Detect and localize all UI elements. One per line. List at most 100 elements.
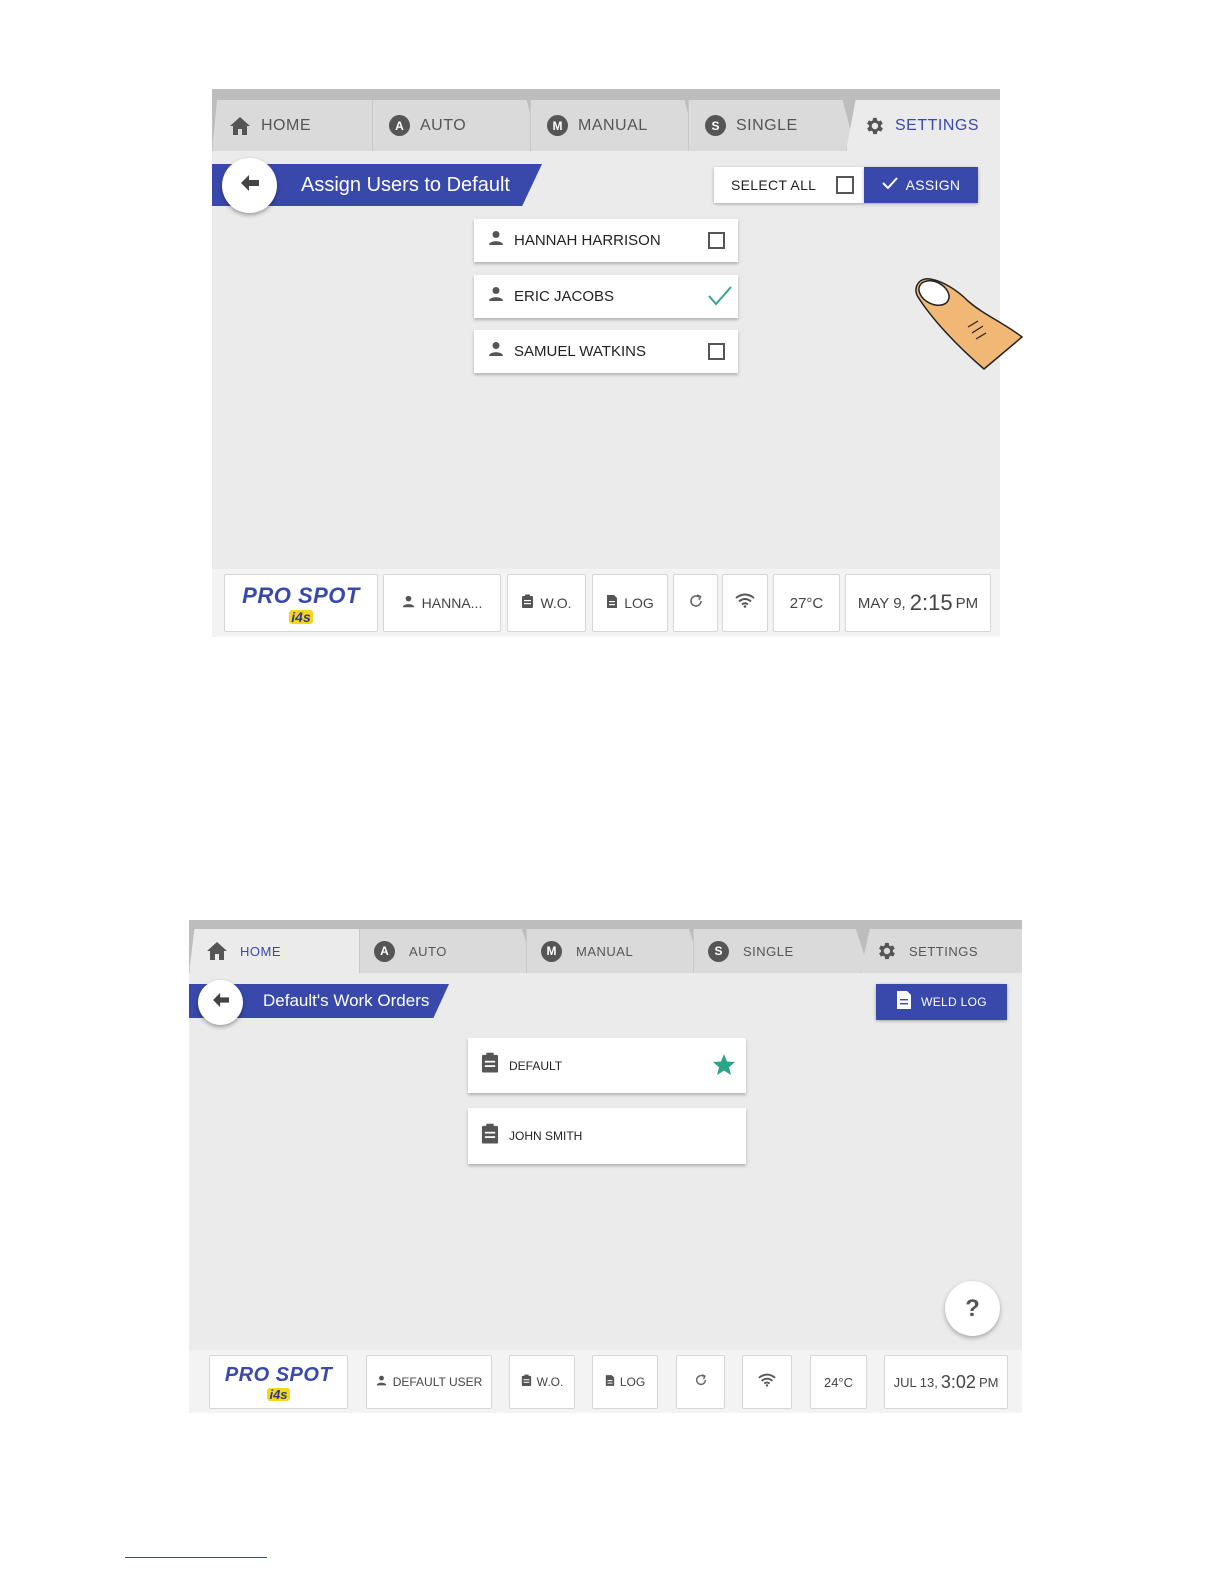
person-icon xyxy=(488,341,504,362)
home-icon xyxy=(206,941,228,961)
work-order-button[interactable]: W.O. xyxy=(507,574,586,632)
footnote-divider xyxy=(125,1557,267,1558)
user-name: ERIC JACOBS xyxy=(514,288,615,305)
auto-mode-icon: A xyxy=(389,115,410,136)
log-button[interactable]: LOG xyxy=(592,1355,658,1409)
current-user-label: HANNA... xyxy=(421,595,483,611)
work-order-item[interactable]: JOHN SMITH xyxy=(468,1108,746,1164)
refresh-button[interactable] xyxy=(676,1355,725,1409)
ampm-value: PM xyxy=(978,1374,999,1390)
tab-label: SINGLE xyxy=(736,116,798,134)
temperature-value: 24°C xyxy=(823,1374,854,1390)
refresh-button[interactable] xyxy=(673,574,718,632)
logo-subtext: i4s xyxy=(289,608,313,625)
work-order-name: DEFAULT xyxy=(509,1058,563,1073)
checkmark-icon xyxy=(881,176,898,194)
assign-button[interactable]: ASSIGN xyxy=(864,167,978,203)
arrow-left-icon xyxy=(240,174,260,197)
back-button[interactable] xyxy=(198,980,243,1025)
refresh-icon xyxy=(688,593,704,614)
person-icon xyxy=(488,230,504,251)
date-time-readout: JUL 13, 3:02 PM xyxy=(884,1355,1008,1409)
document-icon xyxy=(605,1374,615,1390)
weld-log-button[interactable]: WELD LOG xyxy=(876,984,1007,1020)
select-all-button[interactable]: SELECT ALL xyxy=(714,167,864,203)
gear-icon xyxy=(875,940,897,962)
clipboard-icon xyxy=(521,594,534,612)
logo-text: PRO SPOT xyxy=(224,1363,333,1386)
clipboard-icon xyxy=(521,1374,532,1390)
temperature-readout: 24°C xyxy=(810,1355,867,1409)
user-checkbox[interactable] xyxy=(708,232,725,249)
ampm-value: PM xyxy=(955,594,979,612)
tab-manual[interactable]: M MANUAL xyxy=(530,100,698,151)
log-button[interactable]: LOG xyxy=(592,574,668,632)
wifi-icon xyxy=(758,1373,776,1392)
tab-single[interactable]: S SINGLE xyxy=(693,929,870,973)
page-title: Assign Users to Default xyxy=(301,173,510,196)
tab-auto[interactable]: A AUTO xyxy=(359,929,536,973)
user-list-item[interactable]: SAMUEL WATKINS xyxy=(474,330,738,373)
auto-mode-icon: A xyxy=(374,940,395,962)
tab-label: MANUAL xyxy=(578,116,648,134)
work-order-item[interactable]: DEFAULT xyxy=(468,1038,746,1093)
help-button[interactable]: ? xyxy=(945,1281,1000,1336)
select-all-label: SELECT ALL xyxy=(731,177,817,193)
user-list-item[interactable]: HANNAH HARRISON xyxy=(474,219,738,262)
current-user-button[interactable]: HANNA... xyxy=(383,574,501,632)
single-mode-icon: S xyxy=(708,940,729,962)
user-checkbox[interactable] xyxy=(708,343,725,360)
arrow-left-icon xyxy=(212,992,230,1013)
tab-label: SETTINGS xyxy=(909,943,979,959)
help-label: ? xyxy=(965,1294,980,1322)
weld-log-label: WELD LOG xyxy=(921,995,987,1009)
manual-mode-icon: M xyxy=(541,940,562,962)
select-all-checkbox[interactable] xyxy=(836,176,854,194)
pointing-finger-illustration xyxy=(912,275,1024,373)
tab-manual[interactable]: M MANUAL xyxy=(526,929,703,973)
current-user-button[interactable]: DEFAULT USER xyxy=(366,1355,492,1409)
assign-label: ASSIGN xyxy=(905,177,961,193)
tab-settings[interactable]: SETTINGS xyxy=(846,100,1000,151)
tab-label: AUTO xyxy=(409,943,447,959)
pro-spot-logo: PRO SPOT i4s xyxy=(209,1355,348,1409)
tab-bar: HOME A AUTO M MANUAL S SINGLE SETTINGS xyxy=(212,89,1000,151)
status-bar: PRO SPOT i4s HANNA... W.O. LOG 27°C MAY … xyxy=(212,569,1000,637)
user-name: HANNAH HARRISON xyxy=(514,232,661,249)
wifi-status[interactable] xyxy=(742,1355,792,1409)
page-title: Default's Work Orders xyxy=(263,991,430,1010)
time-value: 2:15 xyxy=(909,590,953,615)
checkmark-icon[interactable] xyxy=(708,286,732,311)
manual-mode-icon: M xyxy=(547,115,568,136)
star-icon[interactable] xyxy=(712,1053,736,1081)
document-icon xyxy=(896,990,912,1015)
assign-users-screen: HOME A AUTO M MANUAL S SINGLE SETTINGS A… xyxy=(212,89,1000,637)
tab-label: HOME xyxy=(261,116,311,134)
status-bar: PRO SPOT i4s DEFAULT USER W.O. LOG 24°C … xyxy=(189,1350,1022,1413)
tab-single[interactable]: S SINGLE xyxy=(688,100,856,151)
back-button[interactable] xyxy=(222,158,277,213)
person-icon xyxy=(376,1375,387,1389)
tab-home[interactable]: HOME xyxy=(189,929,369,973)
person-icon xyxy=(488,286,504,307)
wifi-status[interactable] xyxy=(722,574,768,632)
work-order-label: W.O. xyxy=(540,595,572,611)
wifi-icon xyxy=(735,593,755,613)
work-order-button[interactable]: W.O. xyxy=(509,1355,575,1409)
logo-subtext: i4s xyxy=(267,1386,290,1402)
user-list-item[interactable]: ERIC JACOBS xyxy=(474,275,738,318)
person-icon xyxy=(402,595,415,611)
tab-home[interactable]: HOME xyxy=(212,100,382,151)
tab-label: SINGLE xyxy=(743,943,794,959)
home-icon xyxy=(229,116,251,136)
tab-label: SETTINGS xyxy=(895,116,980,134)
date-value: MAY 9, xyxy=(857,594,906,612)
work-order-label: W.O. xyxy=(536,1375,564,1389)
work-orders-screen: HOME A AUTO M MANUAL S SINGLE SETTINGS D… xyxy=(189,920,1022,1413)
temperature-readout: 27°C xyxy=(773,574,840,632)
tab-settings[interactable]: SETTINGS xyxy=(860,929,1022,973)
tab-bar: HOME A AUTO M MANUAL S SINGLE SETTINGS xyxy=(189,920,1022,973)
tab-label: HOME xyxy=(240,943,281,959)
clipboard-icon xyxy=(480,1123,500,1150)
tab-auto[interactable]: A AUTO xyxy=(372,100,540,151)
